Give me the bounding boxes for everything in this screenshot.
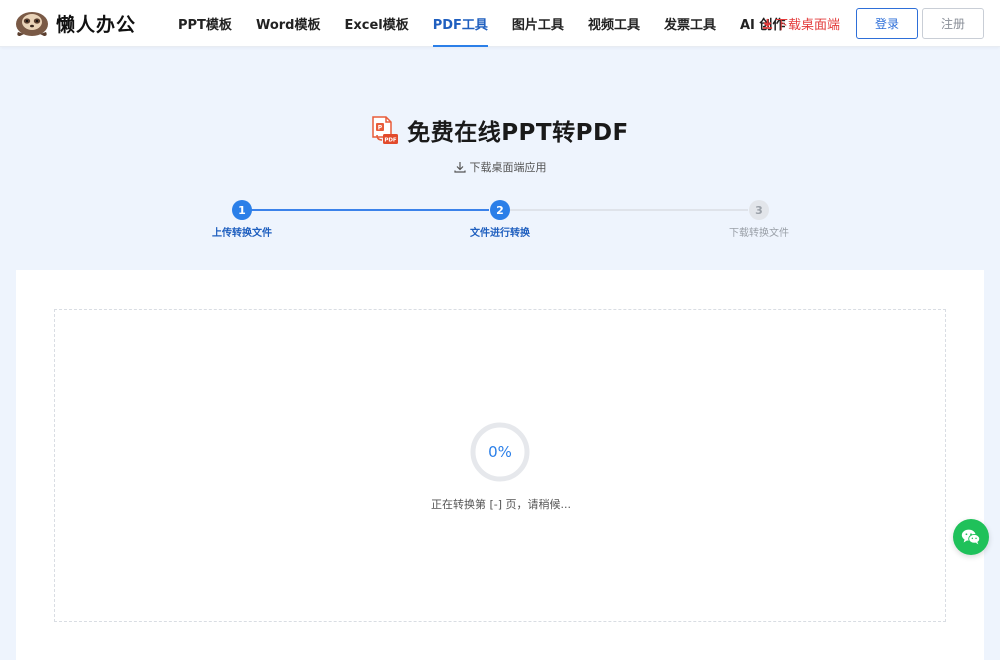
page-title: 免费在线PPT转PDF xyxy=(407,120,629,146)
nav-item-invoice-tools[interactable]: 发票工具 xyxy=(652,0,728,47)
svg-text:P: P xyxy=(378,125,383,132)
main-nav: PPT模板 Word模板 Excel模板 PDF工具 图片工具 视频工具 发票工… xyxy=(166,0,797,47)
page-title-area: P PDF 免费在线PPT转PDF xyxy=(0,110,1000,150)
progress-percent: 0% xyxy=(488,443,512,461)
step-1-label: 上传转换文件 xyxy=(212,228,272,239)
download-desktop-app-label: 下载桌面端应用 xyxy=(469,161,547,174)
logo-text: 懒人办公 xyxy=(56,13,137,36)
download-icon xyxy=(453,162,466,173)
nav-item-ppt-templates[interactable]: PPT模板 xyxy=(166,0,244,47)
download-desktop-link[interactable]: 下载桌面端 xyxy=(762,14,840,33)
step-1-circle: 1 xyxy=(232,200,252,220)
nav-item-word-templates[interactable]: Word模板 xyxy=(244,0,333,47)
wechat-icon xyxy=(961,529,981,545)
progress-ring: 0% xyxy=(469,421,531,483)
top-navbar: 懒人办公 PPT模板 Word模板 Excel模板 PDF工具 图片工具 视频工… xyxy=(0,0,1000,47)
conversion-area: 0% 正在转换第 [-] 页，请稍候... xyxy=(54,309,946,622)
sloth-logo-icon xyxy=(16,12,48,36)
nav-item-excel-templates[interactable]: Excel模板 xyxy=(332,0,420,47)
wechat-float-button[interactable] xyxy=(953,519,989,555)
converter-card: 0% 正在转换第 [-] 页，请稍候... xyxy=(16,270,984,660)
step-2-circle: 2 xyxy=(490,200,510,220)
ppt-to-pdf-icon: P PDF xyxy=(372,116,399,144)
login-button[interactable]: 登录 xyxy=(856,8,918,39)
step-connector-1 xyxy=(251,209,489,211)
step-2-label: 文件进行转换 xyxy=(470,228,530,239)
nav-item-image-tools[interactable]: 图片工具 xyxy=(500,0,576,47)
nav-item-pdf-tools[interactable]: PDF工具 xyxy=(421,0,500,47)
nav-item-video-tools[interactable]: 视频工具 xyxy=(576,0,652,47)
step-connector-2 xyxy=(510,209,748,211)
register-button[interactable]: 注册 xyxy=(922,8,984,39)
sub-download-row: 下载桌面端应用 xyxy=(0,159,1000,175)
step-3-label: 下载转换文件 xyxy=(729,228,789,239)
download-desktop-app-link[interactable]: 下载桌面端应用 xyxy=(453,159,547,175)
conversion-steps: 1 上传转换文件 2 文件进行转换 3 下载转换文件 xyxy=(0,198,1000,248)
step-3-circle: 3 xyxy=(749,200,769,220)
download-desktop-label: 下载桌面端 xyxy=(775,18,841,33)
download-icon xyxy=(762,18,773,29)
site-logo[interactable]: 懒人办公 xyxy=(14,8,136,38)
conversion-status-text: 正在转换第 [-] 页，请稍候... xyxy=(430,498,572,511)
svg-text:PDF: PDF xyxy=(385,138,398,144)
